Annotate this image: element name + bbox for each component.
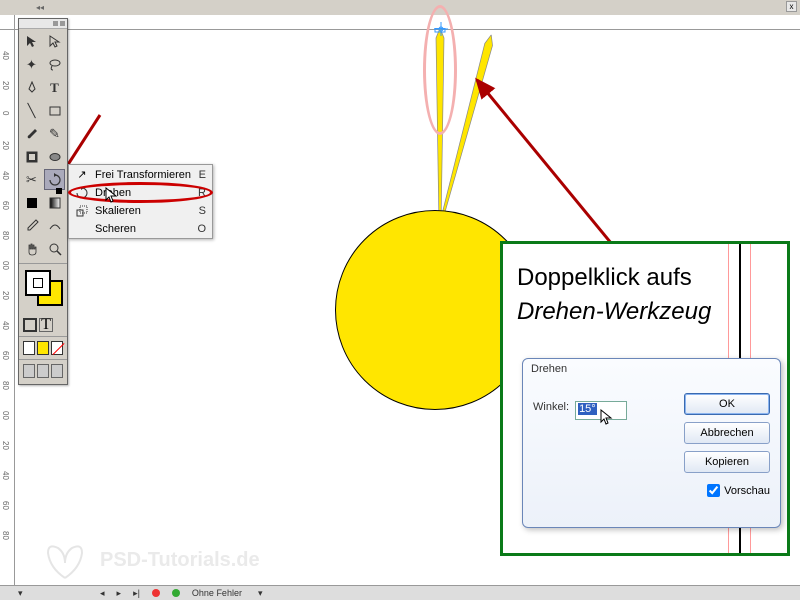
ruler-tick: 20 (1, 141, 10, 150)
scale-icon (75, 205, 89, 217)
menu-item-shortcut: R (198, 187, 206, 199)
ruler-tick: 20 (1, 81, 10, 90)
ruler-tick: 60 (1, 351, 10, 360)
preview-label-text: Vorschau (724, 485, 770, 497)
menu-item-scale[interactable]: Skalieren S (69, 202, 212, 220)
close-tab-icon[interactable]: x (786, 1, 797, 12)
cursor-icon (599, 409, 615, 428)
tools-palette[interactable]: ✦ T ╲ ✎ ✂ T (18, 18, 68, 385)
rectangle-tool[interactable] (44, 100, 65, 121)
ruler-tick: 60 (1, 501, 10, 510)
menu-item-shortcut: S (199, 205, 206, 217)
copy-button[interactable]: Kopieren (684, 451, 770, 473)
cursor-icon (104, 187, 120, 206)
document-tabbar: ◂◂ x (0, 0, 800, 15)
flyout-anchor-handle[interactable] (56, 188, 62, 194)
dialog-title: Drehen (523, 359, 780, 379)
watermark-text: PSD-Tutorials.de (100, 549, 260, 572)
ruler-origin[interactable] (0, 15, 15, 30)
color-stroke-button[interactable] (37, 341, 49, 355)
status-dot-green (172, 589, 180, 597)
blob-brush-tool[interactable] (21, 146, 42, 167)
ruler-tick: 40 (1, 321, 10, 330)
color-fill-button[interactable] (23, 341, 35, 355)
preview-checkbox-label[interactable]: Vorschau (707, 484, 770, 497)
pen-tool[interactable] (21, 77, 42, 98)
ruler-tick: 40 (1, 51, 10, 60)
palette-header[interactable] (19, 19, 67, 29)
menu-item-shortcut: O (197, 223, 206, 235)
direct-selection-tool[interactable] (44, 31, 65, 52)
lasso-tool[interactable] (44, 54, 65, 75)
butterfly-icon (40, 538, 90, 582)
none-color-button[interactable] (51, 341, 63, 355)
blend-tool[interactable] (44, 215, 65, 236)
zoom-tool[interactable] (44, 238, 65, 259)
pencil-tool[interactable]: ✎ (44, 123, 65, 144)
eraser-tool[interactable] (44, 146, 65, 167)
ruler-tick: 80 (1, 381, 10, 390)
brush-tool[interactable] (21, 123, 42, 144)
scissors-tool[interactable]: ✂ (21, 169, 42, 190)
type-tool[interactable]: T (44, 77, 65, 98)
ruler-tick: 00 (1, 261, 10, 270)
ruler-tick: 0 (1, 111, 10, 115)
status-text: Ohne Fehler (192, 588, 242, 598)
ruler-tick: 40 (1, 171, 10, 180)
cancel-button[interactable]: Abbrechen (684, 422, 770, 444)
type-mode-icon[interactable]: T (39, 318, 53, 332)
annotation-arrow-to-hand (465, 70, 645, 270)
status-dot-red (152, 589, 160, 597)
rotation-reference-point-icon (434, 22, 448, 36)
ok-button[interactable]: OK (684, 393, 770, 415)
ruler-tick: 80 (1, 531, 10, 540)
screen-mode-normal[interactable] (23, 364, 35, 378)
fill-swatch[interactable] (25, 270, 51, 296)
ruler-tick: 80 (1, 231, 10, 240)
screen-mode-presentation[interactable] (51, 364, 63, 378)
free-transform-icon: ↗ (75, 168, 89, 181)
menu-item-rotate[interactable]: Drehen R (69, 184, 212, 202)
gradient-tool[interactable] (44, 192, 65, 213)
status-bar: ▾ ◂▸ ▸| Ohne Fehler ▾ (0, 585, 800, 600)
angle-label: Winkel: (533, 401, 569, 413)
rotate-icon (75, 187, 89, 199)
magic-wand-tool[interactable]: ✦ (21, 54, 42, 75)
menu-item-shear[interactable]: Scheren O (69, 220, 212, 238)
color-mode-icon[interactable] (23, 318, 37, 332)
ruler-tick: 00 (1, 411, 10, 420)
screen-mode-full[interactable] (37, 364, 49, 378)
rotate-dialog[interactable]: Drehen Winkel: 15° OK Abbrechen Kopieren… (522, 358, 781, 528)
hand-tool[interactable] (21, 238, 42, 259)
annotation-text-line2: Drehen-Werkzeug (517, 298, 773, 326)
fill-black-tool[interactable] (21, 192, 42, 213)
selection-tool[interactable] (21, 31, 42, 52)
transform-flyout-menu: ↗ Frei Transformieren E Drehen R Skalier… (68, 164, 213, 239)
annotation-text-line1: Doppelklick aufs (517, 264, 773, 292)
ruler-tick: 20 (1, 291, 10, 300)
ruler-vertical[interactable]: 60 40 20 0 20 40 60 80 00 20 40 60 80 00… (0, 15, 15, 600)
menu-item-label: Skalieren (95, 205, 199, 217)
menu-item-free-transform[interactable]: ↗ Frei Transformieren E (69, 165, 212, 184)
line-tool[interactable]: ╲ (21, 100, 42, 121)
menu-item-shortcut: E (199, 169, 206, 181)
menu-item-label: Scheren (95, 223, 197, 235)
watermark: PSD-Tutorials.de (40, 538, 260, 582)
ruler-tick: 40 (1, 471, 10, 480)
eyedropper-tool[interactable] (21, 215, 42, 236)
preview-checkbox[interactable] (707, 484, 720, 497)
ruler-tick: 20 (1, 441, 10, 450)
ruler-tick: 60 (1, 201, 10, 210)
fill-stroke-swatches[interactable] (19, 266, 67, 316)
rotate-tool[interactable] (44, 169, 65, 190)
angle-value: 15° (578, 403, 597, 415)
ruler-horizontal[interactable] (15, 15, 800, 30)
menu-item-label: Frei Transformieren (95, 169, 199, 181)
